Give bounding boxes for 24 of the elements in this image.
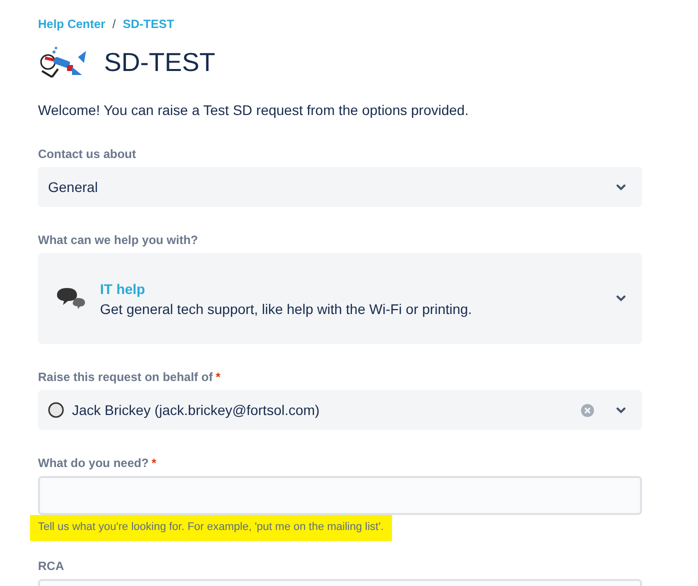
field-label: Contact us about [38, 147, 136, 161]
breadcrumb-separator: / [112, 17, 116, 31]
clear-icon[interactable] [581, 404, 594, 416]
avatar-icon [48, 402, 64, 418]
speech-bubbles-icon [56, 286, 86, 310]
request-type-name: IT help [100, 280, 146, 296]
request-type-description: Get general tech support, like help with the Wi-Fi or printing. [100, 300, 473, 316]
field-label: Raise this request on behalf of [38, 370, 213, 384]
welcome-text: Welcome! You can raise a Test SD request from the options provided. [38, 102, 470, 118]
field-label: What can we help you with? [38, 233, 198, 247]
page-title: SD-TEST [104, 46, 216, 78]
field-label: RCA [38, 559, 64, 573]
request-type-select[interactable]: IT help Get general tech support, like help with the Wi-Fi or printing. [38, 253, 642, 344]
help-text: Tell us what you're looking for. For example, 'put me on the mailing list'. [30, 515, 392, 541]
chevron-down-icon [616, 406, 626, 414]
field-label: What do you need? [38, 456, 149, 470]
chevron-down-icon [616, 184, 626, 190]
text-field[interactable] [38, 476, 642, 515]
chevron-down-icon [616, 295, 626, 302]
diver-logo-drawing [38, 45, 88, 79]
required-mark: * [152, 456, 156, 470]
user-select[interactable]: Jack Brickey (jack.brickey@fortsol.com) [38, 390, 642, 430]
required-mark: * [216, 370, 220, 384]
select-field[interactable]: General [38, 167, 642, 207]
